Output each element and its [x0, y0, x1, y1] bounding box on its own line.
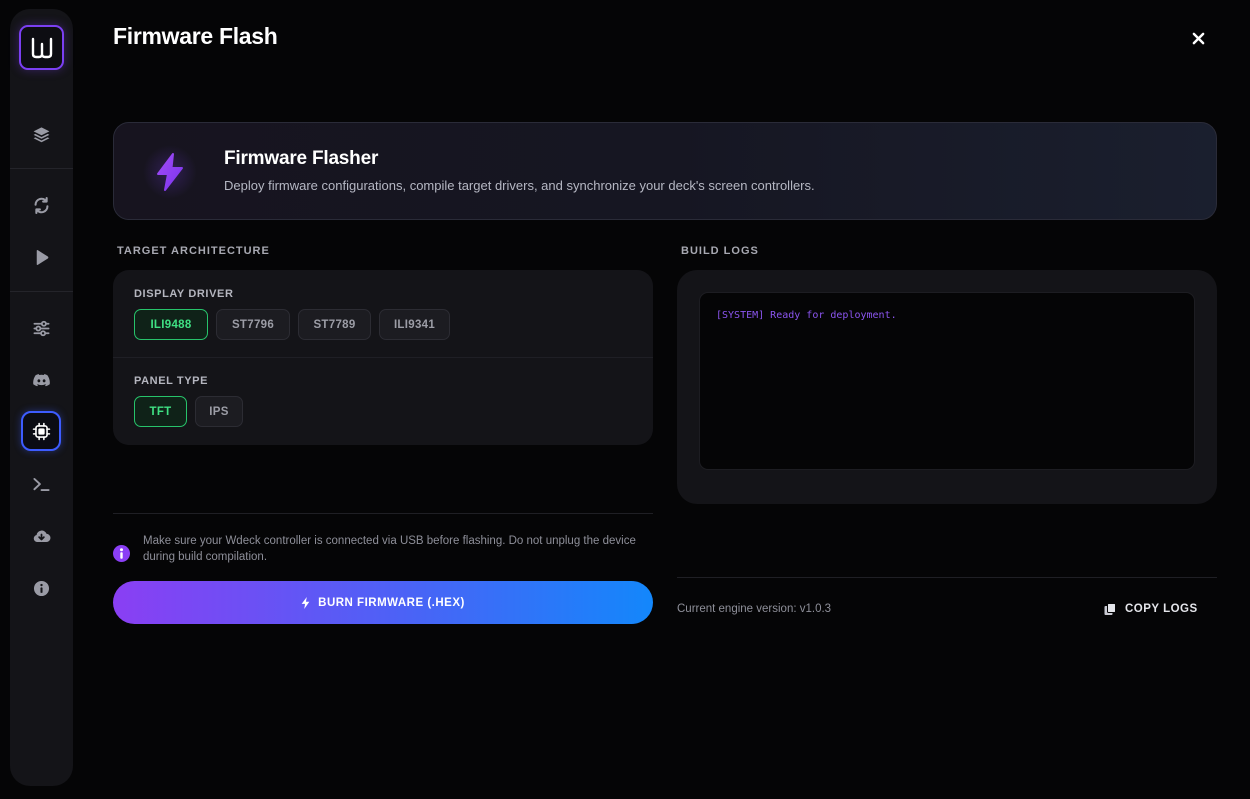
driver-option-st7796[interactable]: ST7796: [216, 309, 290, 340]
build-logs-label: BUILD LOGS: [681, 245, 759, 257]
panel-type-label: PANEL TYPE: [134, 375, 209, 387]
sidebar-item-layers[interactable]: [21, 114, 61, 154]
hero-icon-wrap: [143, 145, 197, 199]
lightning-icon: [301, 596, 310, 609]
sync-icon: [34, 196, 48, 214]
chip-icon: [32, 422, 50, 440]
sidebar-item-info[interactable]: [21, 568, 61, 608]
divider: [113, 513, 653, 514]
display-driver-label: DISPLAY DRIVER: [134, 288, 234, 300]
close-icon: [1192, 32, 1204, 44]
app-logo[interactable]: [19, 25, 64, 70]
discord-icon: [32, 373, 50, 386]
sidebar-item-sync[interactable]: [21, 185, 61, 225]
sidebar-item-firmware[interactable]: [21, 411, 61, 451]
info-icon: [33, 580, 49, 596]
hero-subtitle: Deploy firmware configurations, compile …: [224, 178, 815, 193]
sidebar-divider: [10, 168, 73, 169]
copy-logs-button[interactable]: COPY LOGS: [1100, 596, 1202, 622]
sliders-icon: [33, 320, 49, 336]
wdeck-logo-icon: [31, 37, 52, 58]
play-icon: [36, 249, 48, 265]
build-logs-card: [SYSTEM] Ready for deployment.: [677, 270, 1217, 504]
panel-option-ips[interactable]: IPS: [195, 396, 243, 427]
terminal-icon: [32, 477, 50, 491]
hero-banner: Firmware Flasher Deploy firmware configu…: [113, 122, 1217, 220]
sidebar-item-terminal[interactable]: [21, 464, 61, 504]
log-line: [SYSTEM] Ready for deployment.: [716, 310, 897, 321]
sidebar-divider: [10, 291, 73, 292]
target-architecture-label: TARGET ARCHITECTURE: [117, 245, 270, 257]
burn-firmware-label: BURN FIRMWARE (.HEX): [318, 596, 465, 609]
page-title: Firmware Flash: [113, 23, 278, 49]
log-output[interactable]: [SYSTEM] Ready for deployment.: [699, 292, 1195, 470]
driver-option-ili9488[interactable]: ILI9488: [134, 309, 208, 340]
sidebar-item-discord[interactable]: [21, 360, 61, 400]
panel-option-tft[interactable]: TFT: [134, 396, 187, 427]
sidebar-item-play[interactable]: [21, 237, 61, 277]
divider: [677, 577, 1217, 578]
sidebar-item-download[interactable]: [21, 516, 61, 556]
copy-icon: [1104, 603, 1116, 615]
close-button[interactable]: [1186, 26, 1210, 50]
cloud-download-icon: [33, 530, 50, 542]
card-divider: [113, 357, 653, 358]
sidebar-item-settings[interactable]: [21, 308, 61, 348]
hero-title: Firmware Flasher: [224, 148, 379, 169]
usb-notice-text: Make sure your Wdeck controller is conne…: [143, 535, 636, 563]
burn-firmware-button[interactable]: BURN FIRMWARE (.HEX): [113, 581, 653, 624]
driver-option-st7789[interactable]: ST7789: [298, 309, 371, 340]
sidebar: [10, 9, 73, 786]
driver-option-ili9341[interactable]: ILI9341: [379, 309, 450, 340]
lightning-icon: [157, 153, 183, 191]
notice-info-icon: [113, 545, 130, 562]
engine-version: Current engine version: v1.0.3: [677, 603, 832, 615]
target-config-card: DISPLAY DRIVER ILI9488 ST7796 ST7789 ILI…: [113, 270, 653, 445]
copy-logs-label: COPY LOGS: [1125, 603, 1198, 615]
layers-icon: [33, 126, 49, 142]
